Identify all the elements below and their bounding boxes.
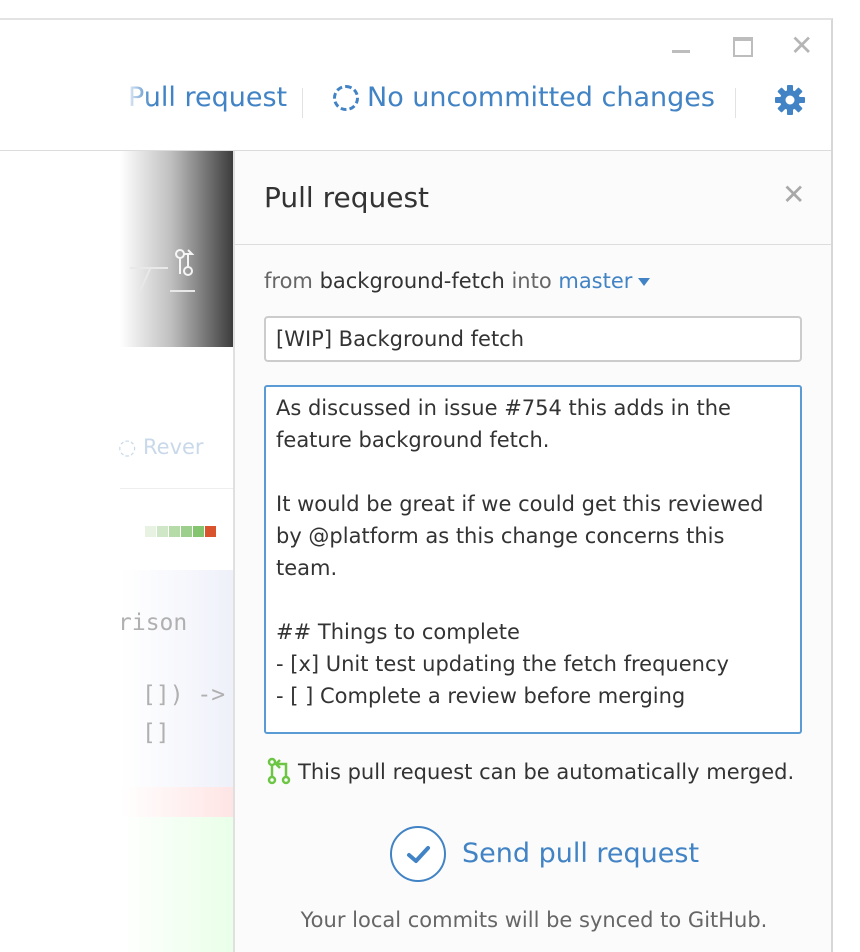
- history-graph-fade: [120, 151, 234, 347]
- merge-status-text: This pull request can be automatically m…: [298, 760, 795, 784]
- panel-title: Pull request: [264, 181, 430, 214]
- diff-deleted-line: [120, 787, 234, 817]
- close-icon[interactable]: ✕: [782, 181, 805, 209]
- toolbar-fade: [112, 78, 152, 118]
- sync-status-button[interactable]: No uncommitted changes: [333, 82, 715, 113]
- code-fragment: []) ->: [142, 682, 226, 708]
- into-label: into: [511, 269, 552, 293]
- revert-button[interactable]: ◌ Rever: [118, 435, 204, 459]
- toolbar-divider: [735, 88, 736, 118]
- branch-selector-line: from background-fetch into master: [264, 269, 651, 293]
- diff-added-lines: [120, 817, 234, 952]
- git-pull-request-icon: [130, 249, 195, 292]
- send-pull-request-label: Send pull request: [462, 838, 700, 869]
- merge-status: This pull request can be automatically m…: [266, 757, 794, 785]
- base-branch-dropdown[interactable]: master: [558, 269, 651, 293]
- git-pull-request-icon: [267, 757, 291, 785]
- gear-icon[interactable]: [774, 84, 806, 116]
- code-fragment: []: [142, 720, 170, 746]
- check-icon: [390, 826, 446, 882]
- from-label: from: [264, 269, 313, 293]
- caret-down-icon: [638, 278, 651, 286]
- toolbar: Pull request No uncommitted changes: [0, 20, 831, 151]
- pr-title-input[interactable]: [264, 316, 802, 362]
- pr-body-textarea[interactable]: As discussed in issue #754 this adds in …: [264, 385, 802, 734]
- pull-request-panel: Pull request ✕ from background-fetch int…: [233, 151, 831, 952]
- sync-note: Your local commits will be synced to Git…: [300, 908, 768, 932]
- divider: [120, 488, 234, 489]
- sync-status-label: No uncommitted changes: [367, 82, 715, 113]
- head-branch-name: background-fetch: [319, 269, 505, 293]
- app-window: ✕ Pull request No uncommitted changes ◌ …: [0, 18, 833, 952]
- diff-stat-bars: [145, 522, 217, 541]
- sync-icon: [333, 85, 359, 111]
- code-fragment: rison: [118, 610, 188, 636]
- toolbar-divider: [302, 88, 303, 118]
- panel-header: Pull request ✕: [235, 151, 831, 245]
